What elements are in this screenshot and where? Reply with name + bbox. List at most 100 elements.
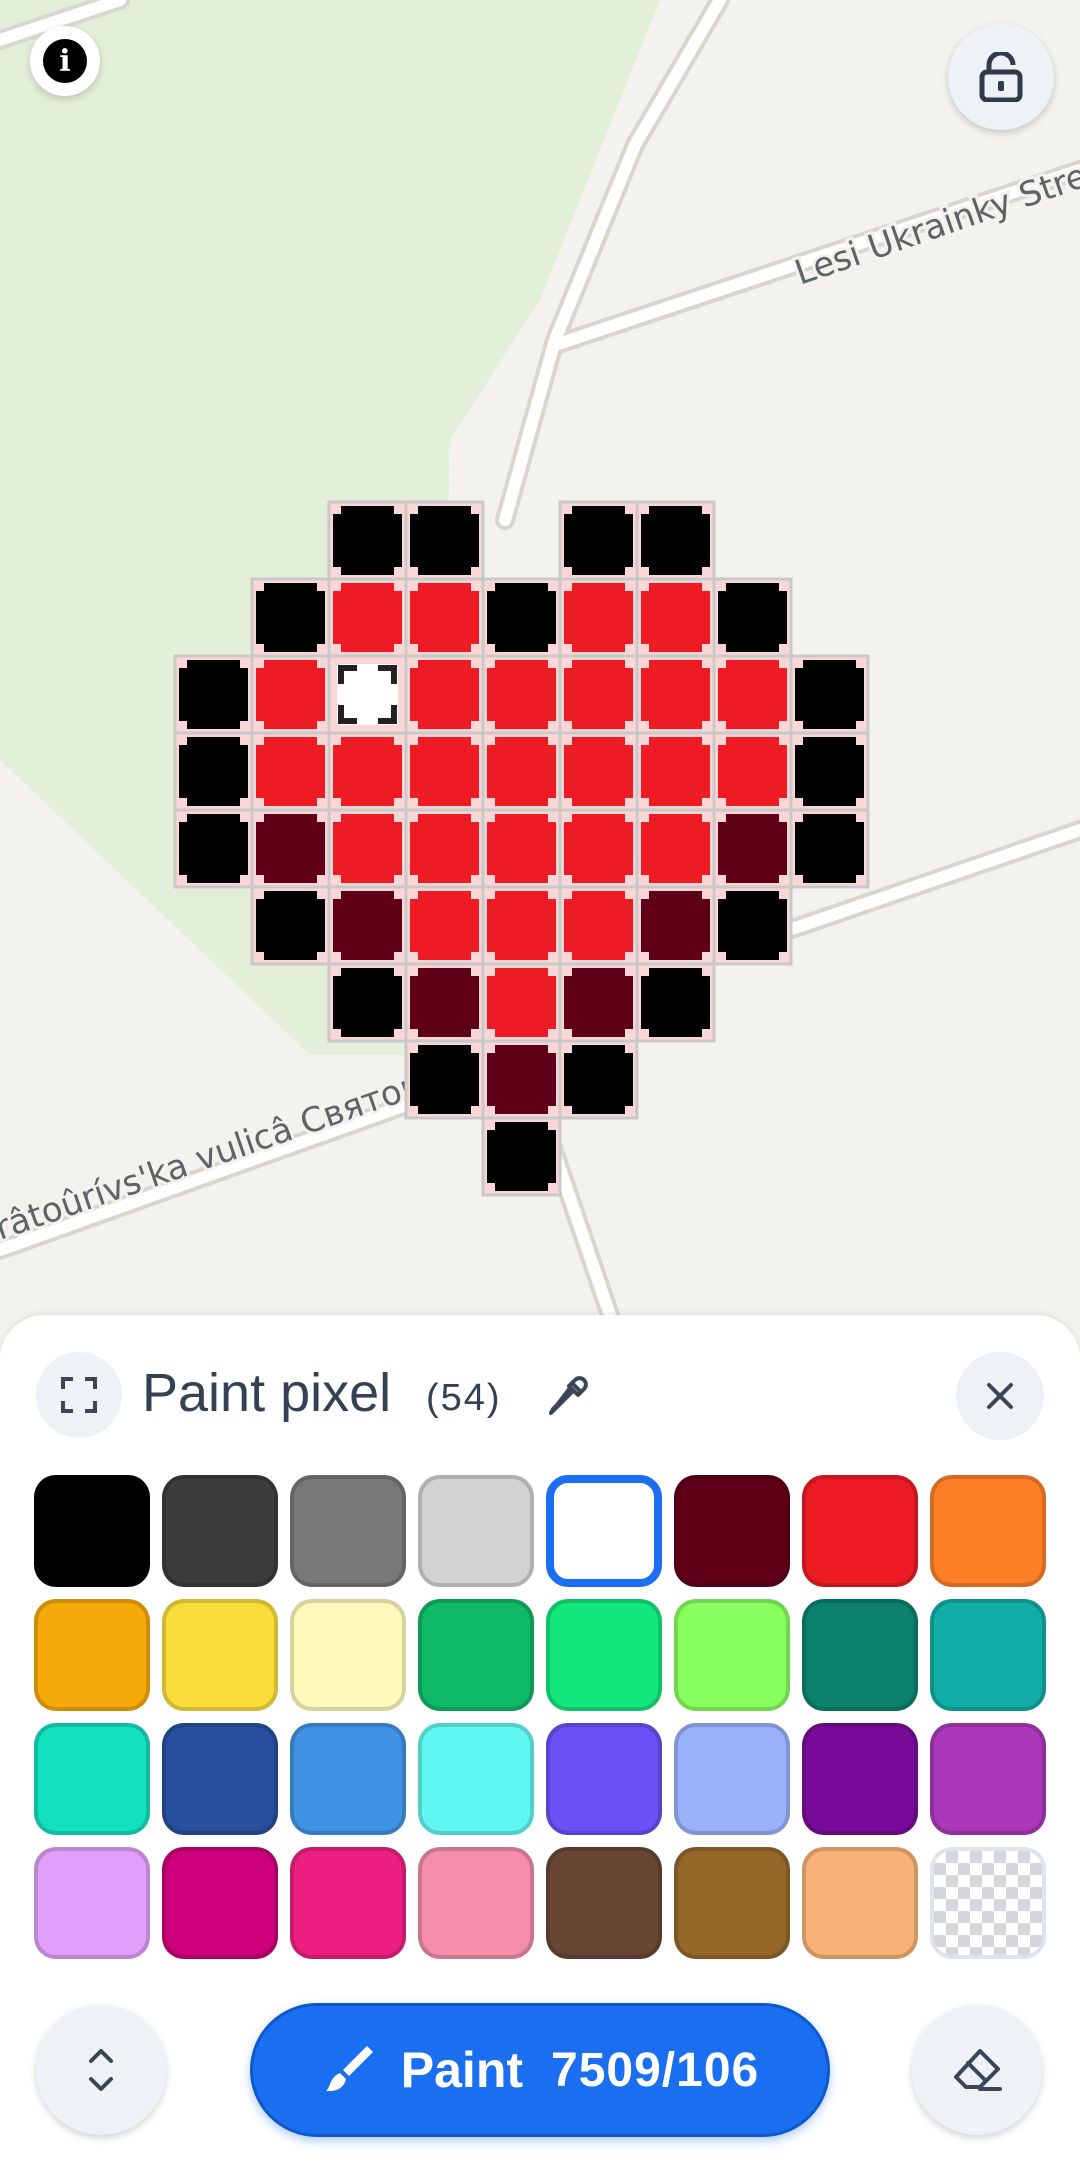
color-swatch[interactable] bbox=[802, 1847, 918, 1959]
pixel-fill bbox=[333, 745, 402, 798]
pixel-fill bbox=[564, 899, 633, 952]
color-swatch[interactable] bbox=[802, 1723, 918, 1835]
pixel-fill bbox=[410, 591, 479, 644]
color-swatch[interactable] bbox=[930, 1847, 1046, 1959]
color-swatch[interactable] bbox=[162, 1599, 278, 1711]
pixel-fill bbox=[333, 822, 402, 875]
color-swatch[interactable] bbox=[674, 1723, 790, 1835]
color-swatch[interactable] bbox=[930, 1599, 1046, 1711]
color-swatch[interactable] bbox=[34, 1599, 150, 1711]
pixel-fill bbox=[487, 668, 556, 721]
color-swatch[interactable] bbox=[546, 1475, 662, 1587]
close-icon bbox=[987, 1383, 1013, 1409]
pixel-fill bbox=[487, 822, 556, 875]
color-swatch[interactable] bbox=[674, 1475, 790, 1587]
pixel-fill bbox=[333, 514, 402, 567]
eyedropper-icon[interactable] bbox=[545, 1375, 589, 1419]
lock-button[interactable] bbox=[948, 24, 1054, 130]
pixel-fill bbox=[256, 822, 325, 875]
eraser-icon bbox=[954, 2049, 1002, 2091]
map-view[interactable]: Lesi Ukrainky Stree râtoûrívs'ka vulicâ … bbox=[0, 0, 1080, 1330]
pixel-fill bbox=[718, 591, 787, 644]
color-swatch[interactable] bbox=[418, 1847, 534, 1959]
pixel-fill bbox=[337, 664, 398, 725]
expand-button[interactable] bbox=[36, 1352, 122, 1438]
pixel-fill bbox=[333, 899, 402, 952]
color-swatch[interactable] bbox=[674, 1599, 790, 1711]
color-swatch[interactable] bbox=[930, 1475, 1046, 1587]
color-swatch[interactable] bbox=[290, 1723, 406, 1835]
pixel-fill bbox=[487, 745, 556, 798]
pixel-fill bbox=[410, 976, 479, 1029]
info-icon: i bbox=[43, 39, 87, 83]
color-swatch[interactable] bbox=[546, 1723, 662, 1835]
color-swatch[interactable] bbox=[802, 1475, 918, 1587]
pixel-fill bbox=[410, 668, 479, 721]
color-swatch[interactable] bbox=[418, 1723, 534, 1835]
pixel-fill bbox=[564, 976, 633, 1029]
pixel-fill bbox=[179, 822, 248, 875]
pixel-fill bbox=[410, 514, 479, 567]
toggle-palette-button[interactable] bbox=[36, 2005, 166, 2135]
color-swatch[interactable] bbox=[162, 1723, 278, 1835]
pixel-fill bbox=[410, 1053, 479, 1106]
color-swatch[interactable] bbox=[290, 1599, 406, 1711]
pixel-fill bbox=[641, 514, 710, 567]
pixel-fill bbox=[564, 745, 633, 798]
pixel-fill bbox=[410, 745, 479, 798]
pixel-fill bbox=[718, 822, 787, 875]
pixel-fill bbox=[487, 591, 556, 644]
pixel-fill bbox=[487, 899, 556, 952]
pixel-fill bbox=[641, 745, 710, 798]
color-swatch[interactable] bbox=[290, 1475, 406, 1587]
color-swatch[interactable] bbox=[802, 1599, 918, 1711]
pixel-fill bbox=[256, 591, 325, 644]
pixel-fill bbox=[641, 976, 710, 1029]
pixel-fill bbox=[718, 668, 787, 721]
pixel-fill bbox=[333, 976, 402, 1029]
close-button[interactable] bbox=[956, 1352, 1044, 1440]
pixel-fill bbox=[795, 822, 864, 875]
pixel-fill bbox=[795, 668, 864, 721]
pixel-fill bbox=[641, 899, 710, 952]
color-swatch[interactable] bbox=[34, 1723, 150, 1835]
pixel-fill bbox=[564, 591, 633, 644]
color-swatch[interactable] bbox=[674, 1847, 790, 1959]
paint-button[interactable]: Paint 7509/106 bbox=[250, 2003, 830, 2137]
pixel-fill bbox=[564, 514, 633, 567]
color-swatch[interactable] bbox=[930, 1723, 1046, 1835]
color-swatch[interactable] bbox=[546, 1599, 662, 1711]
pixel-fill bbox=[718, 745, 787, 798]
pixel-fill bbox=[487, 1053, 556, 1106]
pixel-fill bbox=[410, 822, 479, 875]
color-swatch[interactable] bbox=[418, 1599, 534, 1711]
pixel-fill bbox=[487, 1130, 556, 1183]
eraser-button[interactable] bbox=[912, 2005, 1042, 2135]
pixel-fill bbox=[564, 668, 633, 721]
color-swatch[interactable] bbox=[34, 1847, 150, 1959]
pixel-fill bbox=[641, 591, 710, 644]
color-swatch[interactable] bbox=[34, 1475, 150, 1587]
color-swatch[interactable] bbox=[290, 1847, 406, 1959]
pixel-fill bbox=[641, 668, 710, 721]
chevron-up-down-icon bbox=[89, 2049, 113, 2091]
pixel-fill bbox=[718, 899, 787, 952]
pixel-fill bbox=[333, 591, 402, 644]
pixel-fill bbox=[256, 745, 325, 798]
pixel-fill bbox=[487, 976, 556, 1029]
color-swatch[interactable] bbox=[162, 1847, 278, 1959]
pixel-count: (54) bbox=[426, 1377, 502, 1419]
color-swatch[interactable] bbox=[546, 1847, 662, 1959]
pixel-fill bbox=[564, 822, 633, 875]
info-button[interactable]: i bbox=[30, 26, 100, 96]
paint-charges: 7509/106 bbox=[551, 2043, 760, 2097]
pixel-fill bbox=[564, 1053, 633, 1106]
paint-label: Paint bbox=[400, 2042, 524, 2098]
pixel-fill bbox=[179, 668, 248, 721]
pixel-fill bbox=[179, 745, 248, 798]
pixel-fill bbox=[410, 899, 479, 952]
pixel-fill bbox=[795, 745, 864, 798]
color-swatch[interactable] bbox=[162, 1475, 278, 1587]
panel-title: Paint pixel bbox=[142, 1363, 392, 1423]
color-swatch[interactable] bbox=[418, 1475, 534, 1587]
